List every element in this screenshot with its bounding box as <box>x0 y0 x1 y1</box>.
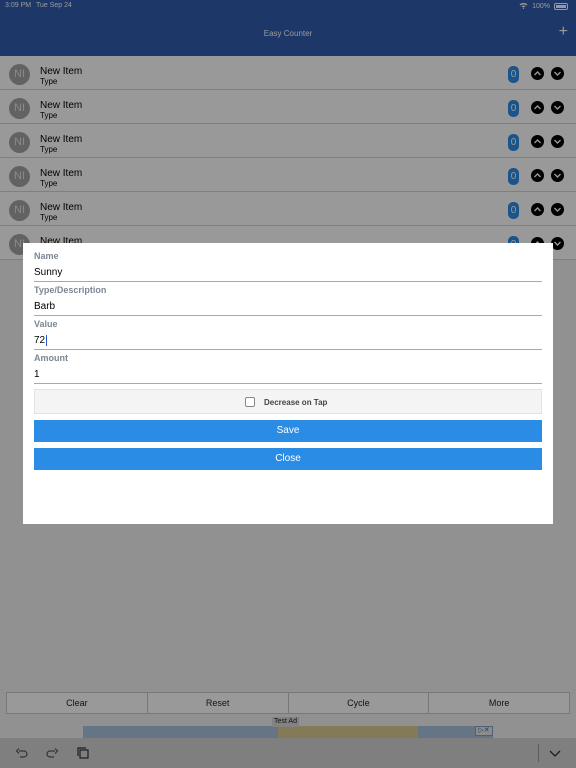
name-input[interactable]: Sunny <box>34 267 542 282</box>
value-input[interactable]: 72 <box>34 335 542 350</box>
decrease-on-tap-label: Decrease on Tap <box>264 398 328 407</box>
close-button[interactable]: Close <box>34 448 542 470</box>
name-label: Name <box>34 251 59 261</box>
amount-field: Amount 1 <box>34 353 542 384</box>
amount-input[interactable]: 1 <box>34 369 542 384</box>
value-text: 72 <box>34 335 46 347</box>
decrease-on-tap-checkbox[interactable] <box>245 397 255 407</box>
decrease-on-tap-row[interactable]: Decrease on Tap <box>34 389 542 414</box>
edit-item-dialog: Name Sunny Type/Description Barb Value 7… <box>23 243 553 524</box>
amount-label: Amount <box>34 353 68 363</box>
value-field: Value 72 <box>34 319 542 350</box>
type-label: Type/Description <box>34 285 107 295</box>
value-label: Value <box>34 319 58 329</box>
type-input[interactable]: Barb <box>34 301 542 316</box>
text-cursor <box>46 335 48 346</box>
save-button[interactable]: Save <box>34 420 542 442</box>
name-field: Name Sunny <box>34 251 542 282</box>
type-field: Type/Description Barb <box>34 285 542 316</box>
